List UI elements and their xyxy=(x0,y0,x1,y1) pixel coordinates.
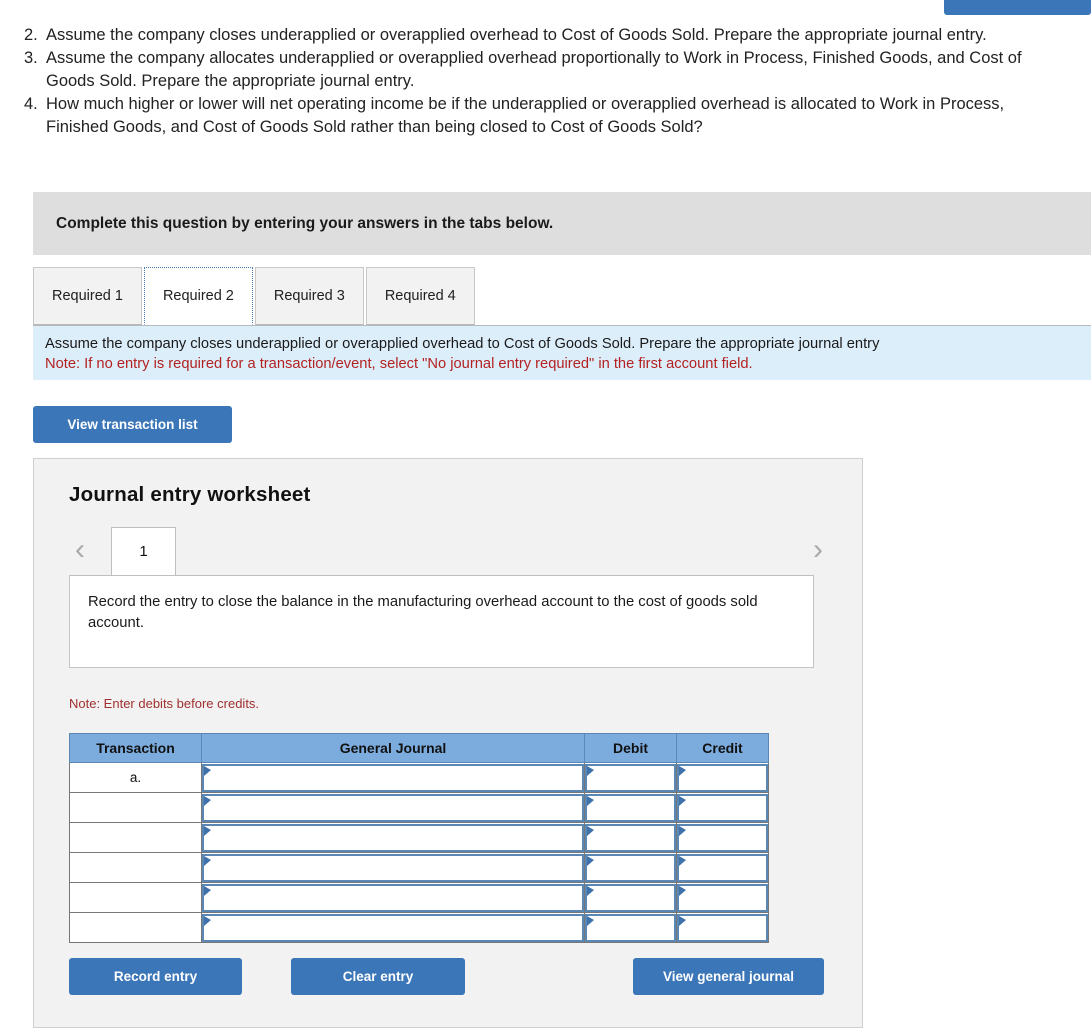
top-right-action-button[interactable] xyxy=(944,0,1091,15)
account-select-dropdown[interactable] xyxy=(202,883,584,912)
account-select-dropdown[interactable] xyxy=(202,763,584,792)
question-number: 4. xyxy=(24,95,38,113)
debit-cell[interactable] xyxy=(584,852,677,883)
debit-cell[interactable] xyxy=(584,882,677,913)
requirement-info-banner: Assume the company closes underapplied o… xyxy=(33,326,1091,380)
worksheet-description-text: Record the entry to close the balance in… xyxy=(88,594,758,631)
chevron-right-icon[interactable]: › xyxy=(813,535,823,565)
column-header-transaction: Transaction xyxy=(69,733,202,763)
debit-input[interactable] xyxy=(585,763,676,792)
debit-cell[interactable] xyxy=(584,822,677,853)
credit-cell[interactable] xyxy=(676,852,769,883)
worksheet-page-number: 1 xyxy=(139,543,148,560)
account-select-dropdown[interactable] xyxy=(202,823,584,852)
table-row xyxy=(69,882,769,913)
question-item: 4. How much higher or lower will net ope… xyxy=(24,93,1070,139)
requirement-tabs: Required 1 Required 2 Required 3 Require… xyxy=(33,267,1091,326)
tab-label: Required 2 xyxy=(162,288,234,304)
journal-entry-table: Transaction General Journal Debit Credit… xyxy=(69,733,769,943)
debit-input[interactable] xyxy=(585,883,676,912)
credit-cell[interactable] xyxy=(676,912,769,943)
general-journal-cell[interactable] xyxy=(201,912,585,943)
account-select-dropdown[interactable] xyxy=(202,913,584,942)
clear-entry-button[interactable]: Clear entry xyxy=(291,958,465,995)
view-transaction-list-button[interactable]: View transaction list xyxy=(33,406,232,443)
tab-label: Required 4 xyxy=(384,288,456,304)
table-row xyxy=(69,792,769,823)
debit-input[interactable] xyxy=(585,853,676,882)
worksheet-page-tab-1[interactable]: 1 xyxy=(111,527,176,575)
tab-label: Required 3 xyxy=(273,288,345,304)
account-select-dropdown[interactable] xyxy=(202,853,584,882)
debit-input[interactable] xyxy=(585,913,676,942)
credit-cell[interactable] xyxy=(676,792,769,823)
column-header-credit: Credit xyxy=(676,733,769,763)
table-row xyxy=(69,912,769,943)
worksheet-title: Journal entry worksheet xyxy=(69,483,311,506)
view-general-journal-button[interactable]: View general journal xyxy=(633,958,824,995)
worksheet-pager: ‹ 1 › xyxy=(69,527,829,577)
credit-cell[interactable] xyxy=(676,822,769,853)
transaction-label-cell xyxy=(69,852,202,883)
debit-input[interactable] xyxy=(585,823,676,852)
question-list: 2. Assume the company closes underapplie… xyxy=(24,24,1070,139)
credit-input[interactable] xyxy=(677,883,768,912)
question-text: How much higher or lower will net operat… xyxy=(46,95,1005,136)
tab-label: Required 1 xyxy=(52,288,123,304)
complete-question-text: Complete this question by entering your … xyxy=(56,214,554,232)
requirement-note: Note: If no entry is required for a tran… xyxy=(45,356,753,372)
question-item: 2. Assume the company closes underapplie… xyxy=(24,24,1070,47)
transaction-label-cell xyxy=(69,882,202,913)
transaction-label-cell xyxy=(69,792,202,823)
credit-input[interactable] xyxy=(677,793,768,822)
tab-required-4[interactable]: Required 4 xyxy=(365,267,475,325)
tab-required-3[interactable]: Required 3 xyxy=(254,267,364,325)
credit-cell[interactable] xyxy=(676,762,769,793)
general-journal-cell[interactable] xyxy=(201,792,585,823)
transaction-label-cell: a. xyxy=(69,762,202,793)
question-text: Assume the company closes underapplied o… xyxy=(46,26,987,44)
journal-entry-worksheet-panel: Journal entry worksheet ‹ 1 › Record the… xyxy=(33,458,863,1028)
debits-before-credits-note: Note: Enter debits before credits. xyxy=(69,696,260,711)
tab-required-1[interactable]: Required 1 xyxy=(33,267,142,325)
general-journal-cell[interactable] xyxy=(201,882,585,913)
complete-question-banner: Complete this question by entering your … xyxy=(33,192,1091,255)
worksheet-description-box: Record the entry to close the balance in… xyxy=(69,575,814,668)
requirement-description: Assume the company closes underapplied o… xyxy=(45,336,880,352)
credit-input[interactable] xyxy=(677,823,768,852)
question-number: 3. xyxy=(24,49,38,67)
table-row xyxy=(69,822,769,853)
credit-input[interactable] xyxy=(677,913,768,942)
transaction-label-cell xyxy=(69,822,202,853)
general-journal-cell[interactable] xyxy=(201,762,585,793)
question-number: 2. xyxy=(24,26,38,44)
debit-cell[interactable] xyxy=(584,912,677,943)
credit-input[interactable] xyxy=(677,853,768,882)
chevron-left-icon[interactable]: ‹ xyxy=(75,535,85,565)
page-root: 2. Assume the company closes underapplie… xyxy=(0,0,1091,1036)
debit-cell[interactable] xyxy=(584,762,677,793)
debit-input[interactable] xyxy=(585,793,676,822)
record-entry-button[interactable]: Record entry xyxy=(69,958,242,995)
question-text: Assume the company allocates underapplie… xyxy=(46,49,1022,90)
general-journal-cell[interactable] xyxy=(201,822,585,853)
credit-input[interactable] xyxy=(677,763,768,792)
tab-required-2[interactable]: Required 2 xyxy=(143,267,253,325)
table-row: a. xyxy=(69,762,769,793)
table-header-row: Transaction General Journal Debit Credit xyxy=(69,733,769,763)
column-header-debit: Debit xyxy=(584,733,677,763)
question-item: 3. Assume the company allocates underapp… xyxy=(24,47,1070,93)
credit-cell[interactable] xyxy=(676,882,769,913)
debit-cell[interactable] xyxy=(584,792,677,823)
transaction-label-cell xyxy=(69,912,202,943)
general-journal-cell[interactable] xyxy=(201,852,585,883)
account-select-dropdown[interactable] xyxy=(202,793,584,822)
table-row xyxy=(69,852,769,883)
column-header-general-journal: General Journal xyxy=(201,733,585,763)
